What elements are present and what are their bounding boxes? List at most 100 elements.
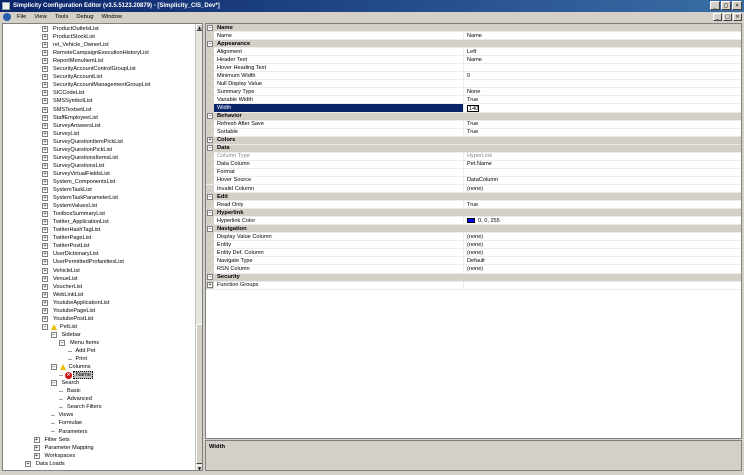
expand-icon[interactable]: +	[42, 42, 48, 49]
tree-node[interactable]: + Filter Sets	[33, 436, 70, 444]
scroll-thumb[interactable]	[196, 324, 202, 464]
expand-icon[interactable]: +	[33, 444, 40, 451]
tree-node[interactable]: + VoucherList	[42, 283, 82, 291]
expand-icon[interactable]: +	[42, 299, 48, 306]
property-value[interactable]: True	[464, 120, 478, 128]
property-value[interactable]: Pet.Name	[464, 160, 492, 168]
tree-node[interactable]: Advanced	[59, 395, 92, 403]
collapse-icon[interactable]: −	[50, 364, 57, 371]
property-value[interactable]	[464, 64, 467, 72]
doc-minimize-button[interactable]: _	[713, 13, 722, 21]
maximize-button[interactable]: □	[721, 1, 731, 10]
collapse-icon[interactable]: −	[207, 24, 213, 31]
property-row[interactable]: + Function Groups	[206, 281, 741, 290]
tree-node[interactable]: − Search	[50, 379, 79, 387]
tree-scrollbar[interactable]: ▲ ▼	[195, 24, 202, 470]
tree-node[interactable]: Search Filters	[59, 403, 102, 411]
tree-node[interactable]: + SystemValuesList	[42, 202, 97, 210]
expand-icon[interactable]: +	[42, 82, 48, 89]
expand-icon[interactable]: +	[42, 275, 48, 282]
expand-icon[interactable]: +	[42, 259, 48, 266]
tree-node[interactable]: Basic	[59, 387, 81, 395]
document-icon[interactable]	[3, 13, 11, 21]
expand-icon[interactable]: +	[42, 178, 48, 185]
scroll-down-arrow-icon[interactable]: ▼	[196, 465, 202, 470]
tree-node[interactable]: − Menu Items	[59, 339, 99, 347]
property-row[interactable]: Invalid Column (none)	[206, 184, 741, 193]
expand-icon[interactable]: +	[42, 307, 48, 314]
expand-icon[interactable]: +	[42, 34, 48, 41]
expand-icon[interactable]: +	[42, 315, 48, 322]
property-value[interactable]: (none)	[464, 233, 483, 241]
property-value[interactable]	[464, 281, 467, 289]
property-value[interactable]	[464, 80, 467, 88]
tree-node[interactable]: Parameters	[50, 428, 87, 436]
menu-view[interactable]: View	[30, 14, 50, 20]
tree-node[interactable]: + SystemTaskParameterList	[42, 194, 118, 202]
expand-icon[interactable]: +	[42, 98, 48, 105]
expand-icon[interactable]: +	[33, 436, 40, 443]
expand-icon[interactable]: +	[42, 267, 48, 274]
collapse-icon[interactable]: −	[207, 40, 213, 47]
tree-node[interactable]: × Name	[59, 371, 93, 380]
tree-node[interactable]: + rel_Vehicle_OwnerList	[42, 41, 109, 49]
tree-node[interactable]: + Parameter Mapping	[33, 444, 94, 452]
collapse-icon[interactable]: −	[207, 274, 213, 281]
close-button[interactable]: ×	[732, 1, 742, 10]
property-value[interactable]: HyperLink	[464, 152, 492, 160]
doc-restore-button[interactable]: □	[723, 13, 732, 21]
expand-icon[interactable]: +	[207, 137, 213, 144]
tree-node[interactable]: − PetList	[42, 323, 77, 331]
tree-node[interactable]: + ProductOutletsList	[42, 25, 99, 33]
tree-node[interactable]: + ToolboxSummaryList	[42, 210, 105, 218]
expand-icon[interactable]: +	[25, 460, 31, 467]
menu-tools[interactable]: Tools	[51, 14, 73, 20]
property-value[interactable]: 0	[464, 72, 470, 80]
expand-icon[interactable]: +	[42, 106, 48, 113]
tree-node[interactable]: + SICCodeList	[42, 89, 84, 97]
expand-icon[interactable]: +	[42, 58, 48, 65]
tree-node[interactable]: + TwitterPostList	[42, 242, 89, 250]
expand-icon[interactable]: +	[42, 122, 48, 129]
tree-node[interactable]: + Twitter_ApplicationList	[42, 218, 109, 226]
expand-icon[interactable]: +	[42, 90, 48, 97]
doc-close-button[interactable]: ×	[733, 13, 742, 21]
expand-icon[interactable]: +	[42, 291, 48, 298]
expand-icon[interactable]: +	[42, 203, 48, 210]
tree-node[interactable]: Add Pet	[67, 347, 95, 355]
tree-node[interactable]: + SurveyQuestionsList	[42, 162, 104, 170]
property-value[interactable]: DataColumn	[464, 176, 498, 184]
expand-icon[interactable]: +	[42, 243, 48, 250]
collapse-icon[interactable]: −	[207, 193, 213, 200]
collapse-icon[interactable]: −	[207, 113, 213, 120]
expand-icon[interactable]: +	[42, 251, 48, 258]
property-row[interactable]: Name Name	[206, 31, 741, 41]
tree-node[interactable]: + WebLinkList	[42, 291, 83, 299]
expand-icon[interactable]: +	[33, 452, 40, 459]
property-value[interactable]: None	[464, 88, 480, 96]
tree-node[interactable]: + System_ComponentsList	[42, 178, 115, 186]
expand-icon[interactable]: +	[42, 219, 48, 226]
expand-icon[interactable]: +	[42, 50, 48, 57]
tree-node[interactable]: Views	[50, 411, 73, 419]
tree-node[interactable]: + SurveyQuestionItemPickList	[42, 138, 123, 146]
expand-icon[interactable]: +	[42, 170, 48, 177]
tree-node[interactable]: + VehicleList	[42, 267, 80, 275]
property-value[interactable]: True	[464, 128, 478, 136]
property-value[interactable]: True	[464, 96, 478, 104]
property-value[interactable]: Name	[464, 56, 482, 64]
property-value[interactable]: True	[464, 201, 478, 209]
expand-icon[interactable]: +	[42, 227, 48, 234]
expand-icon[interactable]: +	[42, 195, 48, 202]
tree-node[interactable]: + SMSSymbolList	[42, 97, 92, 105]
property-value[interactable]: 140	[464, 104, 479, 112]
collapse-icon[interactable]: −	[59, 339, 65, 346]
tree-node[interactable]: + SurveyAnswersList	[42, 122, 101, 130]
tree-node[interactable]: + SMSTextsetList	[42, 106, 92, 114]
tree-node[interactable]: + TwitterHashTagList	[42, 226, 100, 234]
tree-node[interactable]: − Columns	[50, 363, 91, 371]
tree-node[interactable]: Print	[67, 355, 87, 363]
property-category[interactable]: + Colors	[206, 136, 741, 145]
expand-icon[interactable]: +	[42, 74, 48, 81]
tree-node[interactable]: + SurveyQuestionsItemsList	[42, 154, 118, 162]
